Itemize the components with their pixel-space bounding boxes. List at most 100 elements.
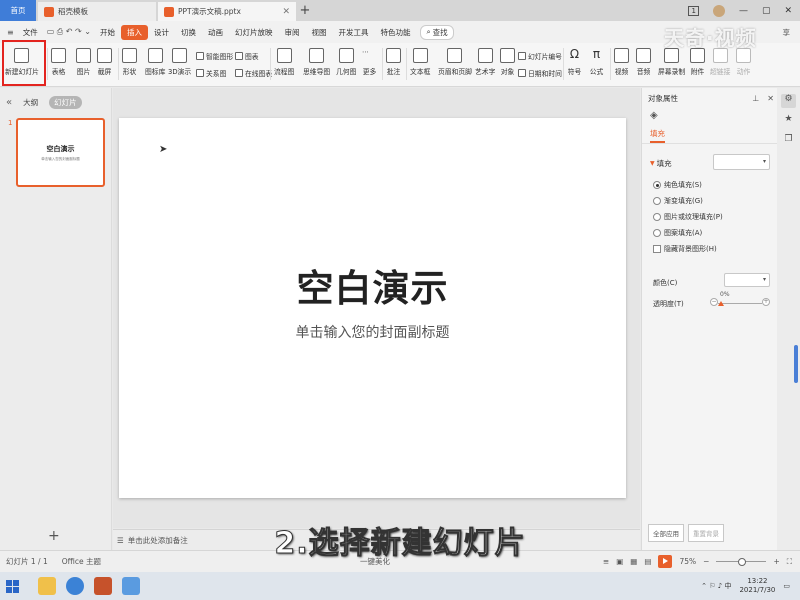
collapse-panel-icon[interactable]: « <box>6 97 12 108</box>
close-panel-icon[interactable]: ✕ <box>767 94 774 103</box>
formula-button[interactable]: π 公式 <box>589 48 604 77</box>
menu-item-design[interactable]: 设计 <box>148 27 175 38</box>
transparency-slider[interactable]: 0% − + <box>710 291 770 308</box>
minus-icon[interactable]: − <box>710 298 718 306</box>
table-button[interactable]: 表格 <box>51 48 66 76</box>
attach-button[interactable]: 附件 <box>690 48 705 76</box>
textbox-button[interactable]: 文本框 <box>410 48 430 76</box>
menu-item-review[interactable]: 审阅 <box>278 27 305 38</box>
search-box[interactable]: ⌕ 查找 <box>420 24 454 40</box>
slide-number-label: 幻灯片编号 <box>528 53 562 61</box>
slide-thumbnail[interactable]: 空白演示 单击输入您的封面副标题 <box>16 118 105 187</box>
audio-button[interactable]: 音频 <box>636 48 651 76</box>
object-button[interactable]: 对象 <box>500 48 515 76</box>
clock[interactable]: 13:22 2021/7/30 <box>739 577 775 595</box>
annotation-button[interactable]: 批注 <box>386 48 401 76</box>
editing-canvas: ➤ 空白演示 单击输入您的封面副标题 <box>113 88 640 528</box>
slide-canvas[interactable]: ➤ 空白演示 单击输入您的封面副标题 <box>119 118 626 498</box>
chart-button[interactable]: 图表 <box>235 51 259 61</box>
menu-item-insert[interactable]: 插入 <box>120 24 148 40</box>
slider-thumb[interactable] <box>718 301 724 306</box>
picture-button[interactable]: 图片 <box>76 48 91 76</box>
browser-icon[interactable] <box>66 577 84 595</box>
tab-slides[interactable]: 幻灯片 <box>49 96 82 109</box>
tray-icons[interactable]: ⌃ ⚐ ♪ 中 <box>701 581 731 591</box>
animation-icon[interactable]: ★ <box>781 114 796 128</box>
header-footer-label: 页眉和页脚 <box>438 68 472 76</box>
app-icon[interactable] <box>122 577 140 595</box>
transparency-label: 透明度(T) <box>653 300 684 308</box>
shape-button[interactable]: 形状 <box>122 48 137 76</box>
radio-picture-fill[interactable]: 图片或纹理填充(P) <box>653 212 723 222</box>
window-count-badge[interactable]: 1 <box>688 5 699 16</box>
relation-chart-button[interactable]: 关系图 <box>196 68 226 78</box>
menu-file[interactable]: 文件 <box>17 27 44 38</box>
flowchart-label: 流程图 <box>274 68 295 76</box>
tab-home[interactable]: 首页 <box>0 0 36 21</box>
fill-type-dropdown[interactable]: ▾ <box>713 154 770 170</box>
tab-fill[interactable]: 填充 <box>650 128 665 143</box>
video-button[interactable]: 视频 <box>614 48 629 76</box>
fill-bucket-icon[interactable]: ◈ <box>650 110 658 121</box>
slide-number-button[interactable]: 幻灯片编号 <box>518 51 562 61</box>
menu-item-slideshow[interactable]: 幻灯片放映 <box>229 27 279 38</box>
minimize-button[interactable]: — <box>739 6 748 16</box>
screen-record-button[interactable]: 屏幕录制 <box>658 48 685 76</box>
quick-access-icons[interactable]: ▭ ⎙ ↶ ↷ ⌄ <box>44 27 94 37</box>
vertical-scrollbar[interactable] <box>794 345 798 383</box>
mindmap-button[interactable]: 思维导图 <box>303 48 330 76</box>
menu-item-animation[interactable]: 动画 <box>202 27 229 38</box>
maximize-button[interactable]: ▢ <box>762 6 771 16</box>
fill-section-label[interactable]: ▼ 填充 <box>650 158 672 169</box>
share-label[interactable]: 享 <box>783 27 800 38</box>
close-window-button[interactable]: ✕ <box>784 6 792 16</box>
more-dots-icon: ⋯ <box>362 48 369 56</box>
wordart-button[interactable]: 艺术字 <box>475 48 495 76</box>
menu-item-developer[interactable]: 开发工具 <box>332 27 374 38</box>
slide-subtitle[interactable]: 单击输入您的封面副标题 <box>119 322 626 342</box>
menu-item-view[interactable]: 视图 <box>305 27 332 38</box>
online-chart-button[interactable]: 在线图表 <box>235 68 272 78</box>
pin-icon[interactable]: ⊥ <box>752 94 759 103</box>
cube-icon <box>172 48 188 63</box>
hyperlink-button[interactable]: 超链接 <box>710 48 730 76</box>
hamburger-icon[interactable]: ≡ <box>4 28 17 37</box>
screenshot-button[interactable]: 截屏 <box>97 48 112 76</box>
user-avatar[interactable] <box>712 4 725 17</box>
flowchart-button[interactable]: 流程图 <box>274 48 294 76</box>
icon-library-button[interactable]: 图标库 <box>145 48 165 76</box>
menu-item-home[interactable]: 开始 <box>94 27 121 38</box>
header-footer-button[interactable]: 页眉和页脚 <box>438 48 472 76</box>
radio-solid-fill[interactable]: 纯色填充(S) <box>653 180 702 190</box>
action-button[interactable]: 动作 <box>736 48 751 76</box>
notification-icon[interactable]: ▭ <box>783 582 790 590</box>
symbol-button[interactable]: Ω 符号 <box>567 48 582 77</box>
hide-background-checkbox[interactable]: 隐藏背景图形(H) <box>653 244 717 254</box>
ribbon-divider <box>610 48 611 80</box>
title-tab-bar: 首页 稻壳模板 PPT演示文稿.pptx ✕ + 1 — ▢ ✕ <box>0 0 800 21</box>
ribbon-divider <box>406 48 407 80</box>
3d-model-button[interactable]: 3D演示 <box>168 48 191 76</box>
new-tab-button[interactable]: + <box>296 2 314 21</box>
more-button[interactable]: ⋯ 更多 <box>362 48 377 76</box>
windows-start-icon[interactable] <box>6 579 28 593</box>
wps-app-icon[interactable] <box>94 577 112 595</box>
copy-icon[interactable]: ❐ <box>781 134 796 148</box>
radio-gradient-fill[interactable]: 渐变填充(G) <box>653 196 703 206</box>
menu-item-features[interactable]: 特色功能 <box>374 27 416 38</box>
smartart-button[interactable]: 智能图形 <box>196 51 233 61</box>
tab-template[interactable]: 稻壳模板 <box>38 2 156 21</box>
geometry-button[interactable]: 几何图 <box>336 48 356 76</box>
tab-outline[interactable]: 大纲 <box>18 96 43 109</box>
datetime-button[interactable]: 日期和时间 <box>518 68 562 78</box>
folder-icon[interactable] <box>38 577 56 595</box>
menu-item-transition[interactable]: 切换 <box>175 27 202 38</box>
radio-pattern-fill[interactable]: 图案填充(A) <box>653 228 702 238</box>
properties-toggle-icon[interactable]: ⚙ <box>781 94 796 108</box>
slide-title[interactable]: 空白演示 <box>119 258 626 312</box>
ribbon-divider <box>270 48 271 80</box>
color-dropdown[interactable]: ▾ <box>724 273 770 287</box>
close-tab-icon[interactable]: ✕ <box>282 7 290 17</box>
tab-document[interactable]: PPT演示文稿.pptx ✕ <box>158 2 296 21</box>
plus-icon[interactable]: + <box>762 298 770 306</box>
